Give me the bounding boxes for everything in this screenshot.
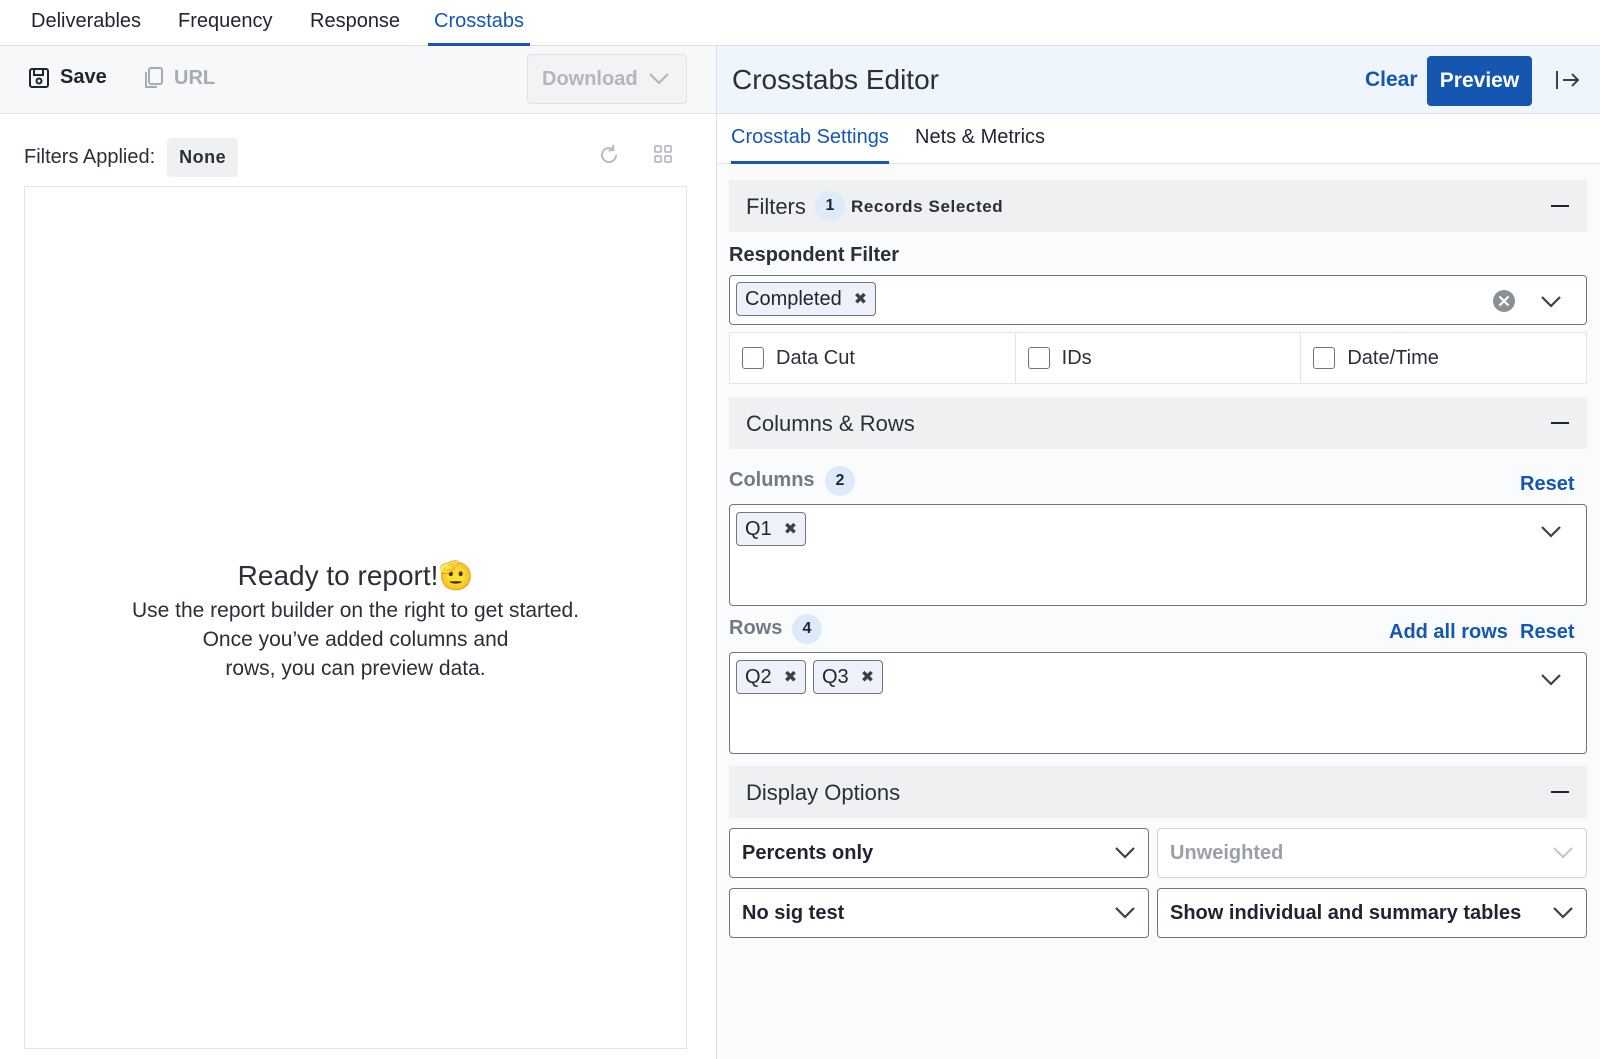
report-preview-area: Ready to report!🫡 Use the report builder… (24, 186, 687, 1049)
chevron-down-icon (1553, 907, 1573, 919)
download-button[interactable]: Download (527, 54, 687, 104)
collapse-minus-icon[interactable] (1551, 422, 1569, 424)
records-selected-label: Records Selected (851, 197, 1004, 216)
checkbox-data-cut[interactable]: Data Cut (730, 333, 1016, 383)
crosstabs-editor-panel: Crosstabs Editor Clear Preview Crosstab … (716, 46, 1600, 1059)
tab-crosstab-settings[interactable]: Crosstab Settings (731, 126, 889, 164)
top-tab-bar: Deliverables Frequency Response Crosstab… (0, 0, 1600, 46)
display-options-section-header[interactable]: Display Options (729, 766, 1587, 818)
respondent-filter-select[interactable]: Completed ✖ (729, 275, 1587, 325)
filters-count-badge: 1 (815, 191, 845, 221)
rows-reset-button[interactable]: Reset (1520, 621, 1574, 644)
empty-state-title: Ready to report!🫡 (25, 559, 686, 592)
tab-nets-metrics[interactable]: Nets & Metrics (915, 126, 1045, 164)
chevron-down-icon (1115, 847, 1135, 859)
preview-button[interactable]: Preview (1427, 56, 1532, 106)
columns-count-badge: 2 (825, 466, 855, 496)
percents-select-value: Percents only (742, 841, 874, 864)
display-options-section-title: Display Options (746, 780, 901, 805)
empty-state-line-3: rows, you can preview data. (225, 657, 486, 680)
filters-applied-value: None (167, 138, 239, 177)
chevron-down-icon (1115, 907, 1135, 919)
remove-chip-icon[interactable]: ✖ (784, 667, 797, 687)
tab-deliverables[interactable]: Deliverables (31, 10, 141, 46)
copy-icon (145, 67, 163, 88)
filters-applied: Filters Applied: None (24, 138, 239, 177)
collapse-panel-icon[interactable] (1555, 68, 1581, 97)
remove-chip-icon[interactable]: ✖ (861, 667, 874, 687)
empty-state-line-2: Once you’ve added columns and (202, 628, 509, 651)
chevron-down-icon (648, 73, 669, 85)
chevron-down-icon (1553, 847, 1573, 859)
empty-state-line-1: Use the report builder on the right to g… (131, 599, 580, 622)
download-label: Download (542, 67, 638, 90)
clear-button[interactable]: Clear (1365, 68, 1418, 92)
chip-label: Q1 (745, 517, 772, 540)
columns-reset-button[interactable]: Reset (1520, 473, 1574, 496)
checkbox-date-time[interactable]: Date/Time (1301, 333, 1586, 383)
editor-sub-tabs: Crosstab Settings Nets & Metrics (717, 114, 1600, 164)
save-label: Save (60, 66, 107, 88)
checkbox-square[interactable] (1313, 347, 1336, 369)
weighting-select-value: Unweighted (1170, 841, 1284, 864)
tables-select-value: Show individual and summary tables (1170, 901, 1522, 924)
tables-select[interactable]: Show individual and summary tables (1157, 888, 1587, 938)
chip-label: Q2 (745, 665, 772, 688)
rows-count-badge: 4 (792, 614, 822, 644)
add-all-rows-button[interactable]: Add all rows (1389, 621, 1508, 644)
rows-select[interactable]: Q2 ✖ Q3 ✖ (729, 652, 1587, 754)
row-chip-q3: Q3 ✖ (813, 660, 884, 694)
weighting-select[interactable]: Unweighted (1157, 828, 1587, 878)
chevron-down-icon[interactable] (1540, 295, 1562, 309)
url-label: URL (174, 66, 216, 89)
respondent-chip-completed: Completed ✖ (736, 282, 877, 316)
report-toolbar: Save URL Download (0, 46, 716, 114)
respondent-filter-label: Respondent Filter (729, 244, 900, 266)
editor-title: Crosstabs Editor (732, 64, 939, 95)
checkbox-label: Data Cut (776, 346, 855, 369)
sig-test-select-value: No sig test (742, 901, 845, 924)
empty-state-title-text: Ready to report! (237, 560, 439, 591)
save-button[interactable]: Save (28, 66, 107, 89)
filters-section-title: Filters (746, 194, 806, 219)
clear-circle-icon[interactable] (1492, 289, 1516, 313)
save-icon (29, 67, 49, 88)
tab-response[interactable]: Response (310, 10, 400, 46)
filter-checkbox-row: Data Cut IDs Date/Time (729, 332, 1587, 384)
chip-label: Q3 (822, 665, 849, 688)
copy-url-button[interactable]: URL (142, 66, 215, 90)
collapse-minus-icon[interactable] (1551, 791, 1569, 793)
checkbox-square[interactable] (742, 347, 764, 369)
salute-emoji: 🫡 (438, 560, 474, 591)
chevron-down-icon[interactable] (1540, 525, 1562, 539)
remove-chip-icon[interactable]: ✖ (784, 519, 797, 539)
row-chip-q2: Q2 ✖ (736, 660, 807, 694)
grid-icon[interactable] (653, 144, 673, 169)
filters-applied-label: Filters Applied: (24, 146, 156, 168)
refresh-icon[interactable] (598, 144, 620, 171)
sig-test-select[interactable]: No sig test (729, 888, 1149, 938)
rows-label: Rows (729, 617, 783, 639)
checkbox-square[interactable] (1027, 347, 1050, 369)
column-chip-q1: Q1 ✖ (736, 512, 807, 546)
columns-label: Columns (729, 469, 815, 491)
checkbox-ids[interactable]: IDs (1016, 333, 1302, 383)
remove-chip-icon[interactable]: ✖ (854, 289, 867, 309)
tab-crosstabs[interactable]: Crosstabs (428, 10, 531, 46)
columns-select[interactable]: Q1 ✖ (729, 504, 1587, 606)
chip-label: Completed (745, 287, 842, 310)
checkbox-label: IDs (1061, 346, 1092, 369)
tab-frequency[interactable]: Frequency (178, 10, 273, 46)
filters-section-header[interactable]: Filters 1 Records Selected (729, 180, 1587, 232)
columns-rows-section-header[interactable]: Columns & Rows (729, 397, 1587, 449)
checkbox-label: Date/Time (1347, 346, 1439, 369)
percents-select[interactable]: Percents only (729, 828, 1149, 878)
chevron-down-icon[interactable] (1540, 673, 1562, 687)
columns-rows-section-title: Columns & Rows (746, 411, 915, 436)
collapse-minus-icon[interactable] (1551, 205, 1569, 207)
editor-header: Crosstabs Editor Clear Preview (717, 46, 1600, 114)
